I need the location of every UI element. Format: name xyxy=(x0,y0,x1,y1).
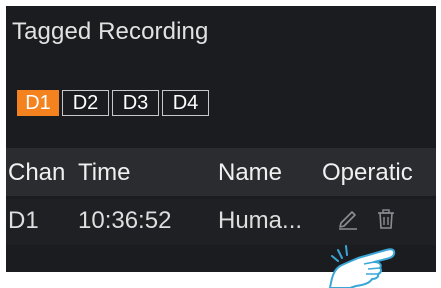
tab-d2[interactable]: D2 xyxy=(62,90,109,116)
channel-tabs: D1 D2 D3 D4 xyxy=(17,90,209,116)
row-name: Huma... xyxy=(218,207,303,234)
column-header-chan: Chan xyxy=(8,159,66,186)
column-header-name: Name xyxy=(218,159,283,186)
tagged-recording-panel: Tagged Recording D1 D2 D3 D4 Chan Time N… xyxy=(6,6,436,272)
tab-d4[interactable]: D4 xyxy=(162,90,209,116)
delete-icon[interactable] xyxy=(374,207,398,231)
column-header-time: Time xyxy=(78,159,131,186)
panel-title: Tagged Recording xyxy=(12,18,209,45)
table-header: Chan Time Name Operatic xyxy=(6,148,436,196)
tab-d3[interactable]: D3 xyxy=(112,90,159,116)
row-actions xyxy=(336,207,398,231)
tab-d1[interactable]: D1 xyxy=(17,90,59,116)
row-time: 10:36:52 xyxy=(78,207,172,234)
row-chan: D1 xyxy=(8,207,39,234)
column-header-operation: Operatic xyxy=(322,159,413,186)
edit-icon[interactable] xyxy=(336,207,360,231)
pointing-hand-icon xyxy=(329,245,396,288)
